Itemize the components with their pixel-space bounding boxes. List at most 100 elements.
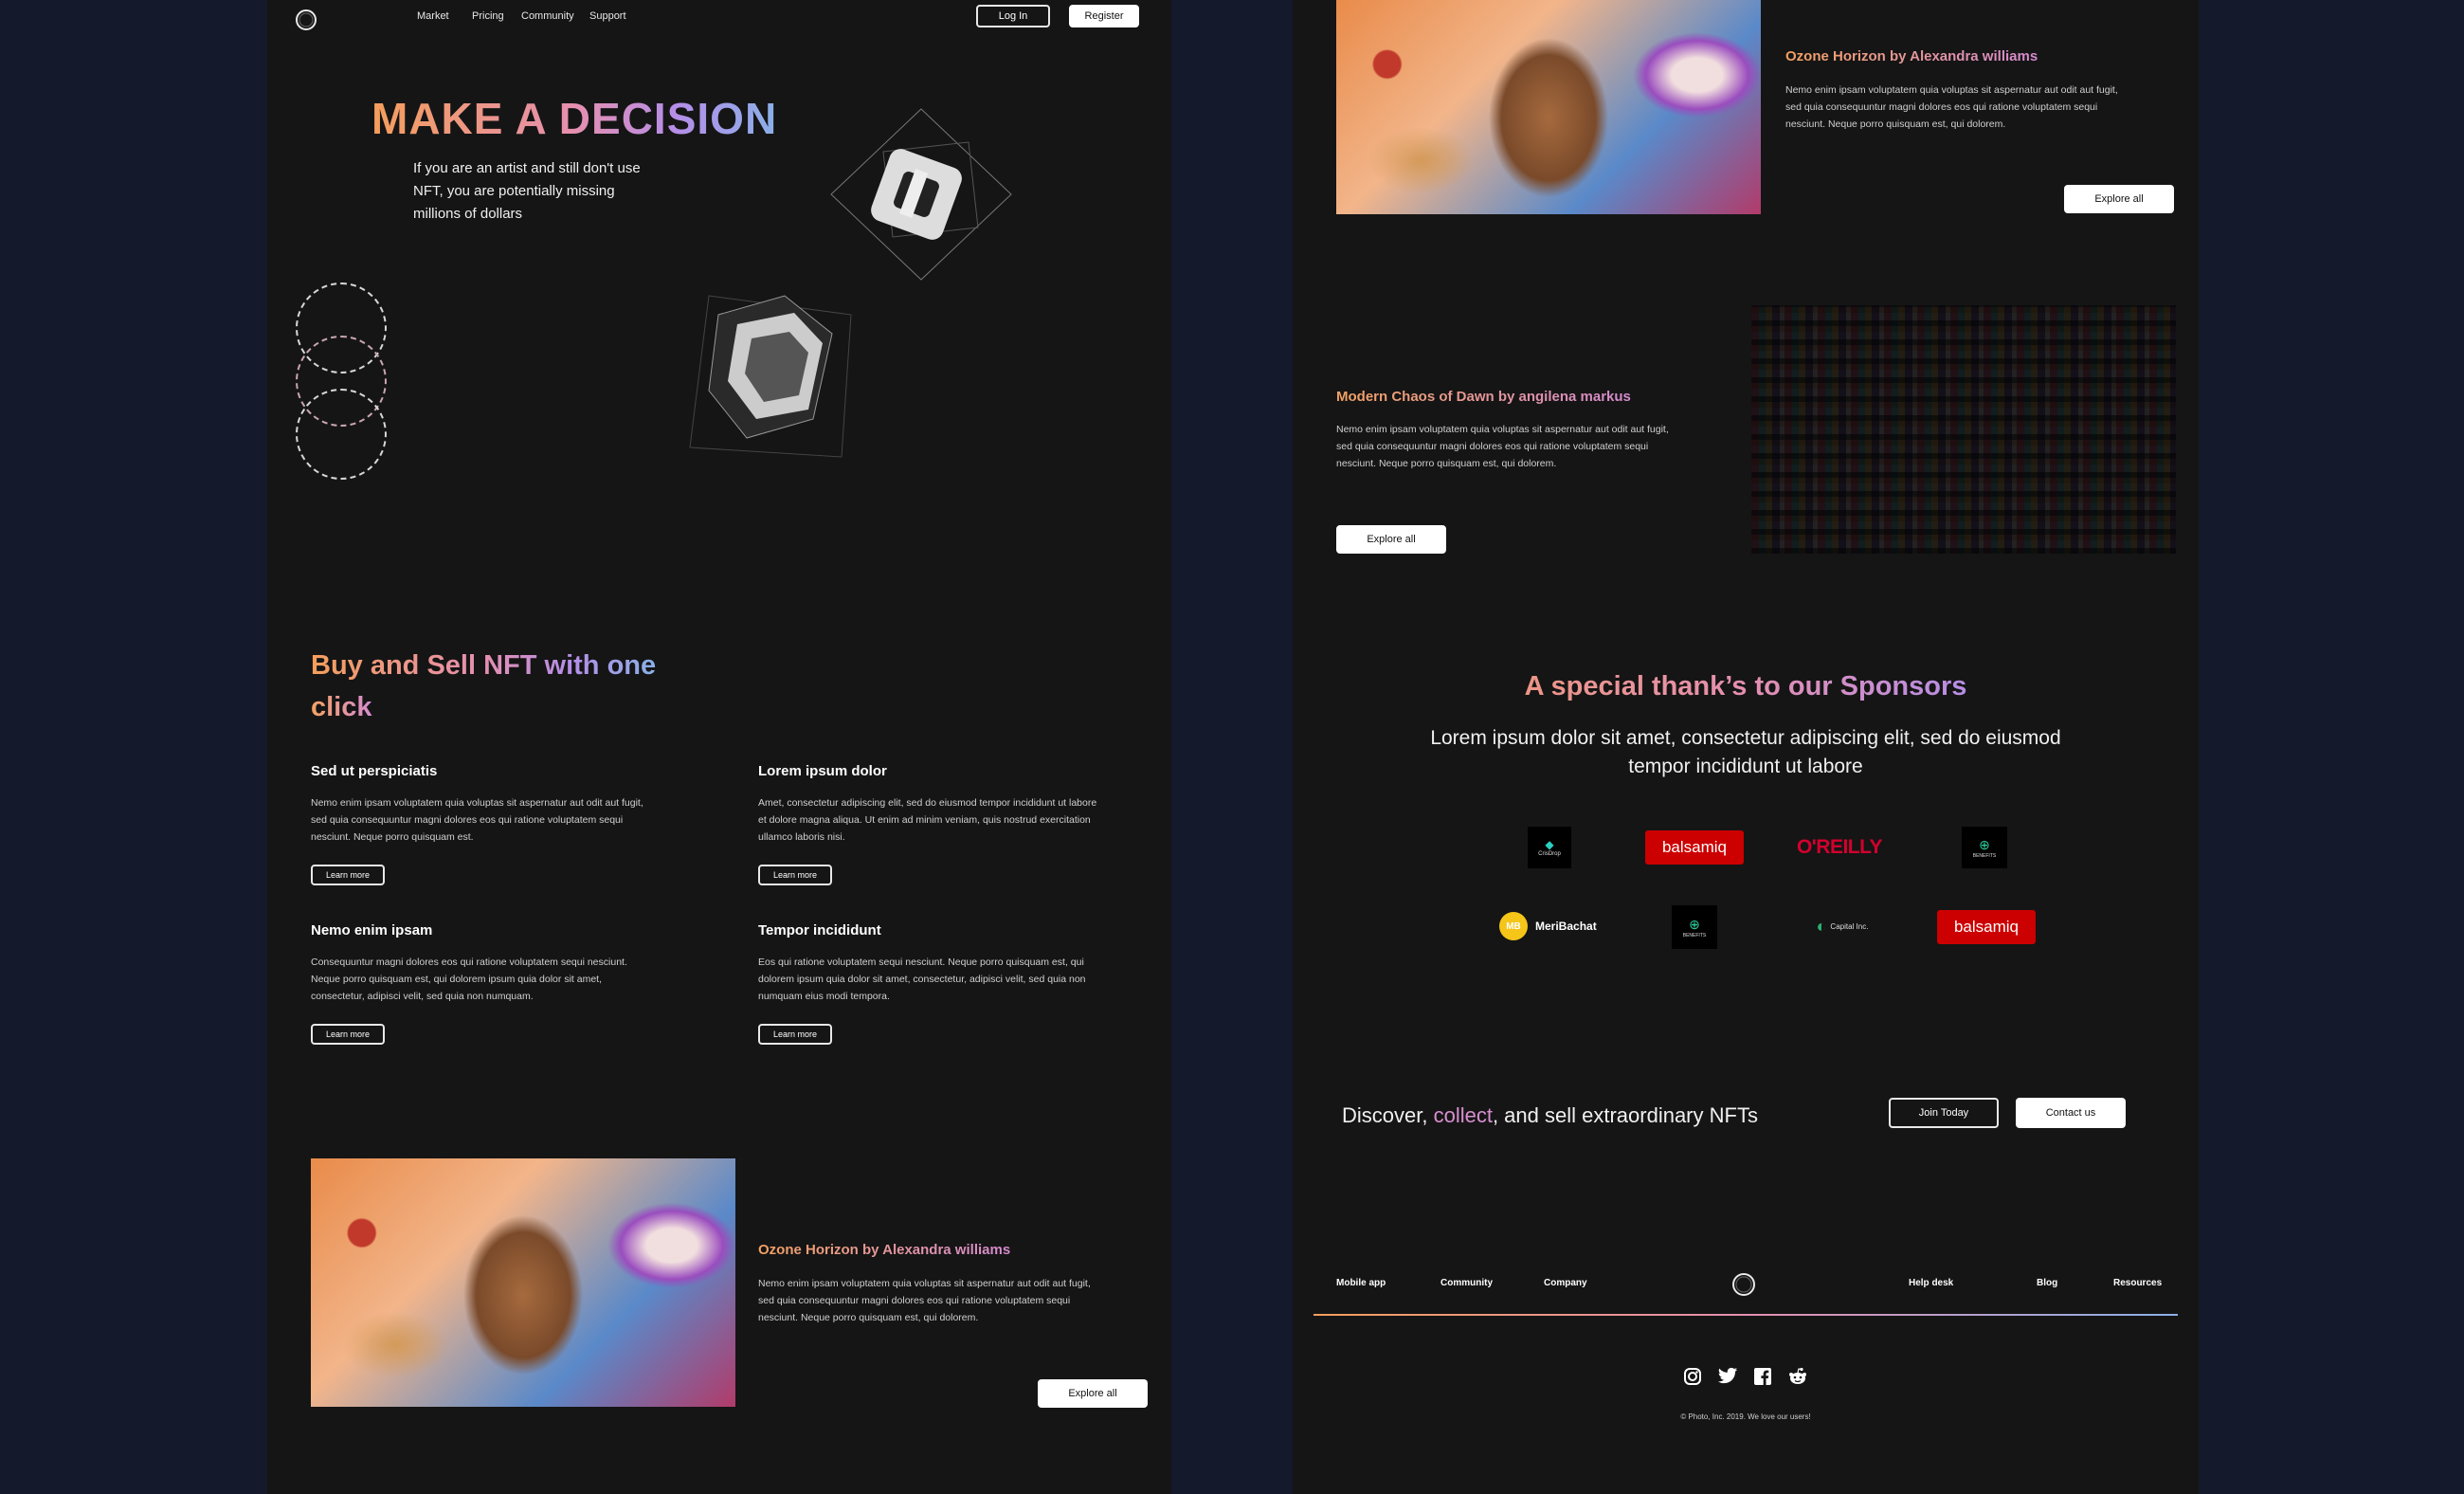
artwork-description-line: Nemo enim ipsam voluptatem quia voluptas… [1336, 424, 1669, 435]
register-button[interactable]: Register [1069, 5, 1139, 27]
feature-description-line: ullamco laboris nisi. [758, 831, 845, 843]
hero-subtitle-line: millions of dollars [413, 206, 523, 222]
artwork-title: Ozone Horizon by Alexandra williams [1785, 48, 2038, 64]
explore-all-button[interactable]: Explore all [2064, 185, 2174, 213]
buy-sell-title: Buy and Sell NFT with one click [311, 645, 656, 728]
feature-description-line: dolorem ipsum quia dolor sit amet, conse… [758, 974, 1086, 985]
sponsor-logo-label: Capital Inc. [1830, 921, 1869, 931]
sponsor-logo-label: MeriBachat [1535, 920, 1597, 933]
contact-us-button[interactable]: Contact us [2016, 1098, 2126, 1128]
artwork-description-line: nesciunt. Neque porro quisquam est, qui … [758, 1312, 979, 1323]
footer-link-resources[interactable]: Resources [2113, 1278, 2162, 1288]
footer-copyright: © Photo, Inc. 2019. We love our users! [1680, 1412, 1811, 1421]
sponsors-subtitle-line: tempor incididunt ut labore [1628, 756, 1863, 777]
social-icon-reddit[interactable] [1787, 1367, 1808, 1386]
explore-all-button[interactable]: Explore all [1038, 1379, 1148, 1408]
feature-title: Nemo enim ipsam [311, 922, 433, 938]
learn-more-button[interactable]: Learn more [758, 865, 832, 885]
artwork-description: Nemo enim ipsam voluptatem quia voluptas… [758, 1275, 1166, 1326]
nav-link-community[interactable]: Community [521, 10, 574, 22]
twitter-icon [1717, 1367, 1738, 1384]
feature-description-line: Eos qui ratione voluptatem sequi nesciun… [758, 957, 1084, 968]
sponsor-logo-balsamiq[interactable]: balsamiq [1645, 830, 1744, 865]
sponsors-subtitle-line: Lorem ipsum dolor sit amet, consectetur … [1430, 727, 2061, 749]
buy-sell-title-line: click [311, 686, 372, 728]
hero-title: MAKE A DECISION [371, 94, 778, 143]
globe-icon: ⊕ [1979, 836, 1990, 852]
cta-text: Discover, collect, and sell extraordinar… [1342, 1103, 1758, 1128]
footer-divider [1314, 1314, 2178, 1316]
instagram-icon [1684, 1368, 1701, 1385]
feature-description-line: consectetur, adipisci velit, sed quia no… [311, 991, 534, 1002]
crisdrop-icon: ◆ [1545, 838, 1554, 851]
feature-description: Consequuntur magni dolores eos qui ratio… [311, 954, 728, 1005]
sponsor-logo-label: BENEFITS [1682, 932, 1707, 938]
social-icon-instagram[interactable] [1683, 1367, 1702, 1386]
login-button[interactable]: Log In [976, 5, 1050, 27]
explore-all-button[interactable]: Explore all [1336, 525, 1446, 554]
footer-link-blog[interactable]: Blog [2037, 1278, 2057, 1288]
footer-link-company[interactable]: Company [1544, 1278, 1587, 1288]
landing-page-left: Market Pricing Community Support Log In … [267, 0, 1171, 1494]
footer-link-help-desk[interactable]: Help desk [1909, 1278, 1953, 1288]
artwork-title: Ozone Horizon by Alexandra williams [758, 1242, 1011, 1258]
artwork-description-line: sed quia consequuntur magni dolores eos … [1336, 441, 1649, 452]
hero-subtitle: If you are an artist and still don't use… [413, 157, 641, 226]
sponsor-logo-meribachat[interactable]: MB MeriBachat [1499, 910, 1603, 942]
social-icon-twitter[interactable] [1717, 1367, 1738, 1386]
sponsor-logo-balsamiq[interactable]: balsamiq [1937, 910, 2036, 944]
join-today-button[interactable]: Join Today [1889, 1098, 1999, 1128]
artwork-description: Nemo enim ipsam voluptatem quia voluptas… [1785, 82, 2183, 133]
feature-description: Nemo enim ipsam voluptatem quia voluptas… [311, 794, 728, 846]
landing-page-right: Ozone Horizon by Alexandra williams Nemo… [1293, 0, 2199, 1494]
sponsor-logo-label: O'REILLY [1796, 836, 1883, 858]
globe-icon: ⊕ [1689, 916, 1700, 932]
artwork-image-ozone-horizon[interactable] [1336, 0, 1761, 214]
artwork-description-line: sed quia consequuntur magni dolores eos … [758, 1295, 1071, 1306]
artwork-image-ozone-horizon[interactable] [311, 1158, 735, 1407]
capital-arc-icon: ◐ [1816, 916, 1827, 936]
sponsor-logo-label: BENEFITS [1972, 852, 1997, 859]
artwork-description-line: Nemo enim ipsam voluptatem quia voluptas… [758, 1278, 1091, 1289]
feature-description-line: Consequuntur magni dolores eos qui ratio… [311, 957, 627, 968]
sponsor-logo-oreilly[interactable]: O'REILLY [1787, 830, 1892, 865]
social-icon-facebook[interactable] [1753, 1367, 1772, 1386]
artwork-description-line: nesciunt. Neque porro quisquam est, qui … [1785, 118, 2006, 130]
site-logo[interactable] [294, 8, 318, 32]
learn-more-button[interactable]: Learn more [758, 1024, 832, 1045]
footer-link-mobile-app[interactable]: Mobile app [1336, 1278, 1386, 1288]
sponsor-logo-crisdrop[interactable]: ◆ CrisDrop [1528, 827, 1571, 868]
footer-link-community[interactable]: Community [1440, 1278, 1493, 1288]
artwork-image-modern-chaos[interactable] [1751, 305, 2176, 554]
artwork-title: Modern Chaos of Dawn by angilena markus [1336, 389, 1631, 405]
logo-ring-icon [1732, 1273, 1755, 1296]
footer-logo[interactable] [1730, 1271, 1757, 1298]
cta-text-highlight: collect [1433, 1103, 1493, 1127]
cta-text-part: Discover, [1342, 1103, 1434, 1127]
crystal-cube-illustration [680, 277, 861, 476]
nav-link-pricing[interactable]: Pricing [472, 10, 504, 22]
learn-more-button[interactable]: Learn more [311, 865, 385, 885]
artwork-description-line: sed quia consequuntur magni dolores eos … [1785, 101, 2098, 113]
feature-description-line: nesciunt. Neque porro quisquam est. [311, 831, 474, 843]
nav-link-market[interactable]: Market [417, 10, 449, 22]
feature-title: Tempor incididunt [758, 922, 881, 938]
sponsor-logo-benefits[interactable]: ⊕ BENEFITS [1962, 827, 2007, 868]
cta-text-part: , and sell extraordinary NFTs [1492, 1103, 1758, 1127]
feature-description-line: numquam eius modi tempora. [758, 991, 890, 1002]
facebook-icon [1754, 1368, 1771, 1385]
feature-description-line: et dolore magna aliqua. Ut enim ad minim… [758, 814, 1091, 826]
feature-title: Sed ut perspiciatis [311, 763, 438, 779]
feature-description: Eos qui ratione voluptatem sequi nesciun… [758, 954, 1166, 1005]
sponsor-logo-label: CrisDrop [1538, 851, 1561, 857]
logo-ring-icon [296, 9, 317, 30]
sponsor-logo-label: balsamiq [1953, 918, 2020, 936]
sponsor-logo-benefits[interactable]: ⊕ BENEFITS [1672, 905, 1717, 949]
glass-cube-illustration [826, 104, 1016, 284]
sponsors-subtitle: Lorem ipsum dolor sit amet, consectetur … [1293, 724, 2199, 781]
artwork-description-line: nesciunt. Neque porro quisquam est, qui … [1336, 458, 1557, 469]
sponsor-logo-capital-inc[interactable]: ◐ Capital Inc. [1804, 912, 1880, 940]
learn-more-button[interactable]: Learn more [311, 1024, 385, 1045]
feature-title: Lorem ipsum dolor [758, 763, 887, 779]
nav-link-support[interactable]: Support [589, 10, 626, 22]
